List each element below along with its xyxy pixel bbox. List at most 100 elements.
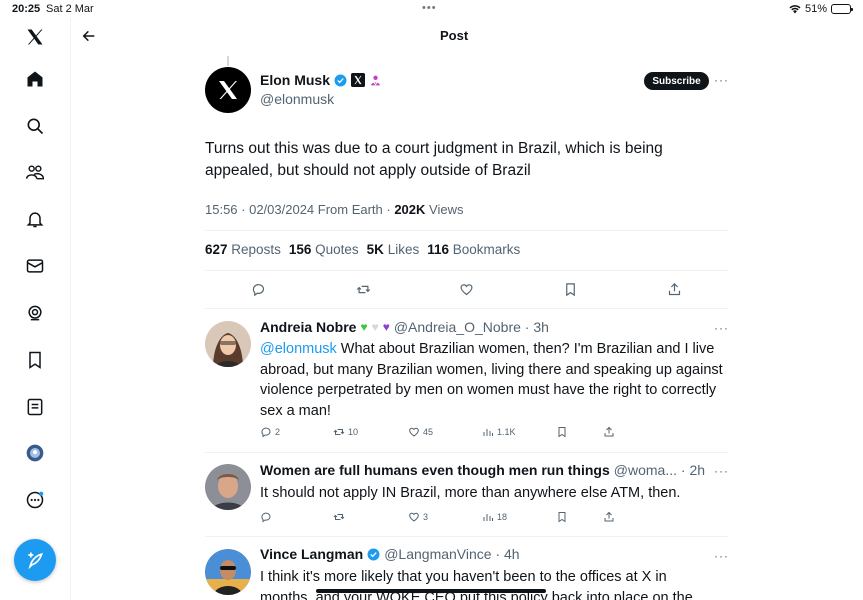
reply-icon xyxy=(252,283,264,296)
government-badge-icon xyxy=(371,75,380,86)
reply-avatar[interactable] xyxy=(205,549,251,595)
reply-like-button[interactable]: 3 xyxy=(408,511,428,523)
more-options-icon[interactable]: ··· xyxy=(714,549,729,563)
reply-author-name[interactable]: Women are full humans even though men ru… xyxy=(260,462,610,478)
wifi-icon xyxy=(789,5,801,14)
share-button[interactable] xyxy=(666,281,682,297)
bookmark-icon xyxy=(558,512,566,523)
heart-icon xyxy=(409,427,419,437)
purple-heart-emoji: ♥ xyxy=(382,320,390,334)
post-meta: 15:56 · 02/03/2024 From Earth · 202K Vie… xyxy=(205,202,463,217)
views-chart-icon xyxy=(483,514,493,521)
compose-button[interactable] xyxy=(14,539,56,581)
divider xyxy=(205,270,728,271)
bell-icon[interactable] xyxy=(22,206,48,232)
battery-icon xyxy=(831,4,853,14)
mention-link[interactable]: @elonmusk xyxy=(260,341,337,357)
bookmark-icon xyxy=(565,282,575,296)
share-icon xyxy=(604,426,614,437)
reply-header: Vince Langman @LangmanVince · 4h xyxy=(260,546,520,562)
author-handle[interactable]: @elonmusk xyxy=(260,91,334,107)
communities-icon[interactable] xyxy=(22,159,48,185)
search-icon[interactable] xyxy=(22,113,48,139)
author-name[interactable]: Elon Musk xyxy=(260,72,330,88)
reply-handle-time[interactable]: @Andreia_O_Nobre · 3h xyxy=(394,319,549,335)
repost-icon xyxy=(333,429,345,435)
sidebar xyxy=(0,18,71,600)
repost-button[interactable] xyxy=(355,281,371,297)
reply-handle-time[interactable]: @LangmanVince · 4h xyxy=(384,546,519,562)
reposts-stat[interactable]: 627 Reposts xyxy=(205,242,281,257)
views-label: Views xyxy=(425,202,464,217)
reply-avatar[interactable] xyxy=(205,321,251,367)
battery-percent: 51% xyxy=(804,3,827,15)
share-icon xyxy=(668,282,680,295)
more-options-icon[interactable]: ··· xyxy=(714,321,729,335)
reply-repost-button[interactable] xyxy=(333,511,348,523)
post-timestamp[interactable]: 15:56 · 02/03/2024 From Earth · xyxy=(205,202,394,217)
reply-share-button[interactable] xyxy=(603,426,615,438)
reply-button[interactable] xyxy=(250,281,266,297)
x-logo-icon[interactable] xyxy=(22,24,48,50)
reply-text: It should not apply IN Brazil, more than… xyxy=(260,485,681,501)
reply-bookmark-button[interactable] xyxy=(556,511,568,523)
home-icon[interactable] xyxy=(22,66,48,92)
divider xyxy=(205,536,728,537)
quotes-stat[interactable]: 156 Quotes xyxy=(289,242,359,257)
reply-text: @elonmusk What about Brazilian women, th… xyxy=(260,341,723,419)
bookmark-icon xyxy=(558,427,566,438)
lists-icon[interactable] xyxy=(22,394,48,420)
divider xyxy=(205,230,728,231)
reply-header: Women are full humans even though men ru… xyxy=(260,462,705,478)
reply-reply-button[interactable]: 2 xyxy=(260,426,280,438)
mail-icon[interactable] xyxy=(22,253,48,279)
x-affiliate-badge-icon xyxy=(351,73,366,87)
reply-reply-button[interactable] xyxy=(260,511,275,523)
reply-views[interactable]: 1.1K xyxy=(482,426,516,438)
likes-stat[interactable]: 5K Likes xyxy=(367,242,420,257)
reply-repost-button[interactable]: 10 xyxy=(333,426,358,438)
reply-bookmark-button[interactable] xyxy=(556,426,568,438)
author-name-row[interactable]: Elon Musk xyxy=(260,72,382,88)
reply-avatar[interactable] xyxy=(205,464,251,510)
bookmark-button[interactable] xyxy=(562,281,578,297)
heart-icon xyxy=(459,283,473,295)
status-time: 20:25 xyxy=(12,3,41,15)
back-button[interactable] xyxy=(78,25,100,47)
thread-line xyxy=(227,56,229,66)
profile-avatar[interactable] xyxy=(22,440,48,466)
more-options-icon[interactable]: ··· xyxy=(714,73,729,87)
green-heart-emoji: ♥ xyxy=(360,320,368,334)
verified-badge-icon xyxy=(334,74,347,86)
reply-share-button[interactable] xyxy=(603,511,615,523)
page-title: Post xyxy=(440,28,469,43)
reply-author-name[interactable]: Andreia Nobre xyxy=(260,319,356,335)
more-options-icon[interactable]: ··· xyxy=(714,464,729,478)
subscribe-button[interactable]: Subscribe xyxy=(644,72,709,90)
divider xyxy=(205,452,728,453)
white-heart-emoji: ♥ xyxy=(371,320,379,334)
share-icon xyxy=(604,511,614,522)
repost-icon xyxy=(333,514,345,520)
reply-handle-time[interactable]: @woma... · 2h xyxy=(614,462,705,478)
grok-icon[interactable] xyxy=(22,300,48,326)
bookmark-icon[interactable] xyxy=(22,347,48,373)
heart-icon xyxy=(409,512,419,522)
bookmarks-stat[interactable]: 116 Bookmarks xyxy=(427,242,520,257)
like-button[interactable] xyxy=(458,281,474,297)
multitasking-dots-icon[interactable]: ••• xyxy=(422,2,437,14)
back-arrow-icon xyxy=(82,30,95,42)
reply-views[interactable]: 18 xyxy=(482,511,507,523)
more-icon[interactable] xyxy=(22,487,48,513)
author-avatar[interactable] xyxy=(205,67,251,113)
views-chart-icon xyxy=(483,429,493,436)
status-date: Sat 2 Mar xyxy=(46,3,94,15)
reply-icon xyxy=(261,427,271,438)
reply-text: I think it's more likely that you haven'… xyxy=(260,569,667,585)
repost-icon xyxy=(356,285,370,293)
reply-like-button[interactable]: 45 xyxy=(408,426,433,438)
reply-author-name[interactable]: Vince Langman xyxy=(260,546,363,562)
views-count: 202K xyxy=(394,202,426,217)
reply-icon xyxy=(261,512,271,523)
status-bar: 20:25 Sat 2 Mar ••• 51% xyxy=(0,0,863,18)
